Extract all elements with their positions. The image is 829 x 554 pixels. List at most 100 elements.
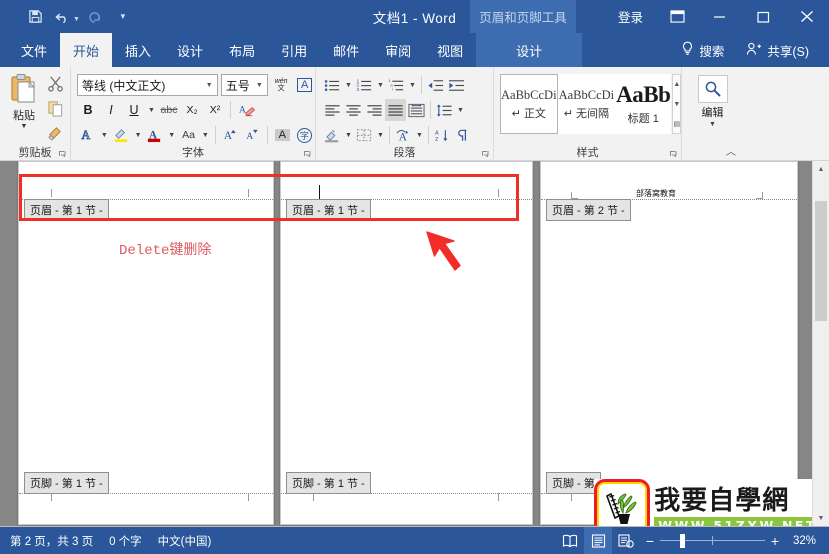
- editing-button[interactable]: 编辑 ▼: [682, 75, 743, 128]
- character-shading-icon[interactable]: A: [272, 124, 293, 146]
- document-workspace[interactable]: 页眉 - 第 1 节 - 页脚 - 第 1 节 - 页眉 - 第 1 节 - 页…: [0, 161, 829, 527]
- styles-gallery-scroll[interactable]: ▲ ▼ ▤: [672, 74, 682, 134]
- font-name-combo[interactable]: 等线 (中文正文) ▼: [77, 74, 218, 96]
- vertical-scrollbar[interactable]: ▲ ▼: [812, 161, 829, 527]
- text-effects-dropdown-icon[interactable]: ▼: [99, 124, 110, 146]
- tab-mailings[interactable]: 邮件: [320, 33, 372, 67]
- web-layout-icon[interactable]: [612, 527, 640, 554]
- asian-layout-dropdown-icon[interactable]: ▼: [414, 124, 425, 146]
- word-count[interactable]: 0 个字: [109, 533, 142, 549]
- page-1[interactable]: 页眉 - 第 1 节 - 页脚 - 第 1 节 -: [18, 161, 274, 525]
- numbered-list-icon[interactable]: 123: [354, 74, 375, 96]
- shading-icon[interactable]: [322, 124, 343, 146]
- zoom-level[interactable]: 32%: [785, 535, 819, 547]
- strikethrough-button[interactable]: abc: [158, 99, 180, 121]
- bullet-list-dropdown-icon[interactable]: ▼: [343, 74, 354, 96]
- change-case-button[interactable]: Aa: [178, 124, 199, 146]
- gallery-scroll-down-icon[interactable]: ▼: [673, 95, 680, 114]
- maximize-icon[interactable]: [741, 0, 785, 33]
- ribbon-options-icon[interactable]: [657, 0, 697, 33]
- line-spacing-dropdown-icon[interactable]: ▼: [455, 99, 466, 121]
- redo-icon[interactable]: [82, 5, 108, 29]
- italic-button[interactable]: I: [100, 99, 122, 121]
- distribute-icon[interactable]: [406, 99, 427, 121]
- close-icon[interactable]: [785, 0, 829, 33]
- font-color-icon[interactable]: A: [144, 124, 165, 146]
- zoom-slider[interactable]: [660, 527, 765, 554]
- tab-headerfooter-design[interactable]: 设计: [476, 33, 583, 67]
- copy-icon[interactable]: [44, 98, 66, 118]
- cut-icon[interactable]: [44, 73, 66, 93]
- change-case-dropdown-icon[interactable]: ▼: [200, 124, 211, 146]
- text-effects-icon[interactable]: A: [77, 124, 98, 146]
- language-indicator[interactable]: 中文(中国): [158, 533, 212, 549]
- decrease-indent-icon[interactable]: [425, 74, 446, 96]
- chevron-down-icon[interactable]: ▼: [202, 82, 217, 89]
- tab-design[interactable]: 设计: [164, 33, 216, 67]
- align-right-icon[interactable]: [364, 99, 385, 121]
- format-painter-icon[interactable]: [44, 123, 66, 143]
- multilevel-list-icon[interactable]: 1ai: [386, 74, 407, 96]
- sort-icon[interactable]: AZ: [432, 124, 453, 146]
- editing-dropdown-icon[interactable]: ▼: [709, 121, 716, 128]
- scroll-down-icon[interactable]: ▼: [813, 510, 829, 527]
- tab-layout[interactable]: 布局: [216, 33, 268, 67]
- gallery-scroll-up-icon[interactable]: ▲: [673, 75, 680, 94]
- paste-button[interactable]: 粘贴 ▼: [4, 73, 44, 130]
- undo-dropdown-icon[interactable]: ▼: [73, 11, 80, 23]
- justify-icon[interactable]: [385, 99, 406, 121]
- print-layout-icon[interactable]: [584, 527, 612, 554]
- font-color-dropdown-icon[interactable]: ▼: [166, 124, 177, 146]
- style-item-normal[interactable]: AaBbCcDi ↵ 正文: [500, 74, 558, 134]
- tab-references[interactable]: 引用: [268, 33, 320, 67]
- zoom-out-button[interactable]: −: [640, 533, 660, 549]
- line-spacing-icon[interactable]: [434, 99, 455, 121]
- numbered-list-dropdown-icon[interactable]: ▼: [375, 74, 386, 96]
- minimize-icon[interactable]: [697, 0, 741, 33]
- underline-dropdown-icon[interactable]: ▼: [146, 99, 157, 121]
- tab-home[interactable]: 开始: [60, 33, 113, 67]
- shrink-font-icon[interactable]: A: [242, 124, 263, 146]
- style-item-nospacing[interactable]: AaBbCcDi ↵ 无间隔: [557, 74, 616, 134]
- signin-button[interactable]: 登录: [604, 7, 657, 26]
- clipboard-dialog-launcher-icon[interactable]: [58, 150, 67, 159]
- borders-icon[interactable]: [354, 124, 375, 146]
- tab-view[interactable]: 视图: [424, 33, 476, 67]
- share-button[interactable]: 共享(S): [734, 41, 821, 60]
- tab-insert[interactable]: 插入: [112, 33, 164, 67]
- shading-dropdown-icon[interactable]: ▼: [343, 124, 354, 146]
- tab-review[interactable]: 审阅: [372, 33, 424, 67]
- customize-qat-icon[interactable]: ▾: [110, 5, 136, 29]
- read-mode-icon[interactable]: [556, 527, 584, 554]
- bullet-list-icon[interactable]: [322, 74, 343, 96]
- styles-dialog-launcher-icon[interactable]: [669, 150, 678, 159]
- font-size-combo[interactable]: 五号 ▼: [220, 74, 268, 96]
- page-3[interactable]: 部落窝教育 页眉 - 第 2 节 - 页脚 - 第: [540, 161, 798, 525]
- increase-indent-icon[interactable]: [446, 74, 467, 96]
- bold-button[interactable]: B: [77, 99, 99, 121]
- clear-formatting-icon[interactable]: A: [235, 99, 257, 121]
- asian-layout-icon[interactable]: A: [393, 124, 414, 146]
- tell-me-search[interactable]: 搜索: [671, 41, 734, 60]
- enclose-characters-icon[interactable]: 字: [294, 124, 315, 146]
- collapse-ribbon-icon[interactable]: ︿: [726, 143, 736, 158]
- superscript-button[interactable]: X²: [204, 99, 226, 121]
- font-dialog-launcher-icon[interactable]: [303, 150, 312, 159]
- page-indicator[interactable]: 第 2 页，共 3 页: [10, 533, 93, 549]
- show-marks-icon[interactable]: [453, 124, 474, 146]
- character-border-icon[interactable]: A: [294, 74, 315, 96]
- align-center-icon[interactable]: [343, 99, 364, 121]
- scrollbar-thumb[interactable]: [815, 201, 827, 321]
- underline-button[interactable]: U: [123, 99, 145, 121]
- save-icon[interactable]: [22, 5, 48, 29]
- style-item-heading1[interactable]: AaBb 标题 1: [615, 74, 672, 134]
- chevron-down-icon[interactable]: ▼: [252, 82, 267, 89]
- gallery-more-icon[interactable]: ▤: [673, 114, 681, 133]
- phonetic-guide-icon[interactable]: wén 文: [271, 74, 292, 96]
- borders-dropdown-icon[interactable]: ▼: [375, 124, 386, 146]
- zoom-slider-thumb[interactable]: [680, 534, 685, 548]
- multilevel-list-dropdown-icon[interactable]: ▼: [407, 74, 418, 96]
- tab-file[interactable]: 文件: [8, 33, 60, 67]
- zoom-in-button[interactable]: +: [765, 533, 785, 549]
- paste-dropdown-icon[interactable]: ▼: [21, 123, 28, 130]
